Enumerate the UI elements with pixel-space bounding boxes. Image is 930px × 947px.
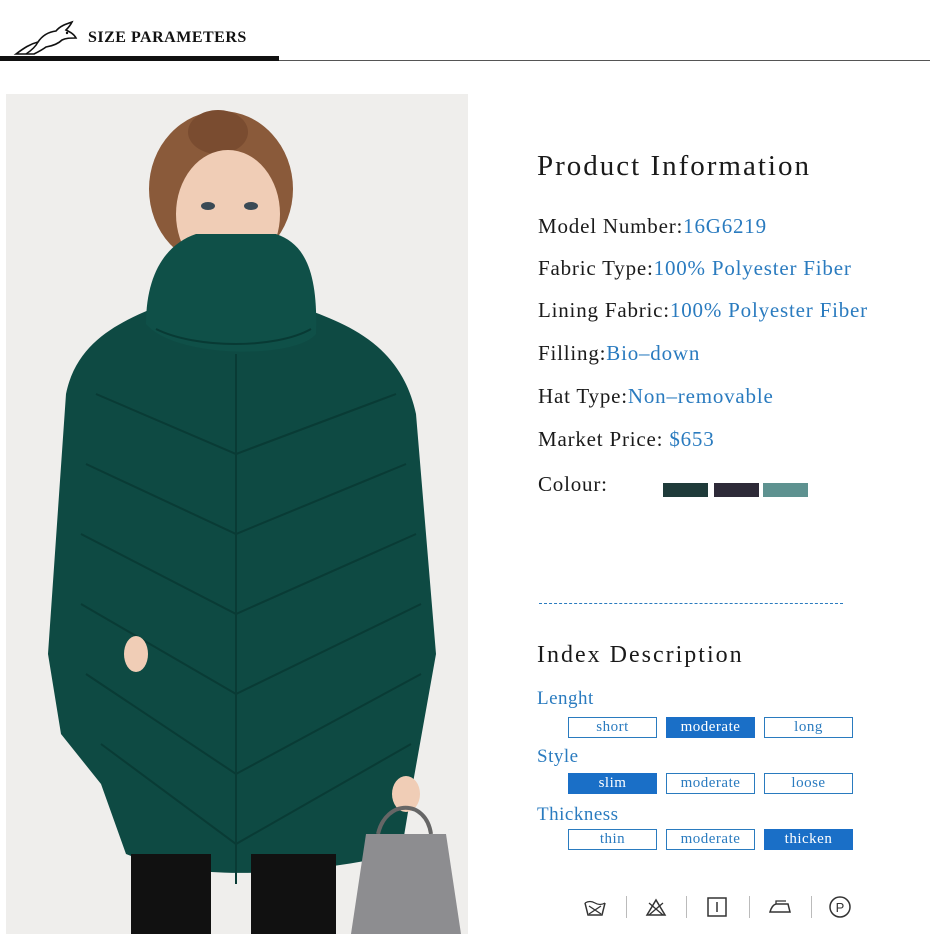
iron-icon xyxy=(769,900,791,913)
length-option[interactable]: moderate xyxy=(666,717,755,738)
style-option[interactable]: moderate xyxy=(666,773,755,794)
colour-swatch[interactable] xyxy=(663,483,708,497)
fabric-type-value: 100% Polyester Fiber xyxy=(653,256,852,280)
lining-fabric-value: 100% Polyester Fiber xyxy=(669,298,868,322)
icon-separator xyxy=(686,896,687,918)
filling-row: Filling:Bio–down xyxy=(538,341,700,366)
fox-logo-icon xyxy=(13,20,78,55)
model-wearing-coat-image xyxy=(6,94,468,934)
header-rule-thick xyxy=(0,56,279,61)
colour-swatch[interactable] xyxy=(763,483,808,497)
header-rule-thin xyxy=(279,60,930,61)
index-description-title: Index Description xyxy=(537,642,744,668)
model-number-value: 16G6219 xyxy=(683,214,767,238)
header-title: SIZE PARAMETERS xyxy=(88,29,247,46)
thickness-option[interactable]: thin xyxy=(568,829,657,850)
icon-separator xyxy=(626,896,627,918)
product-info-title: Product Information xyxy=(537,150,811,182)
hat-type-label: Hat Type: xyxy=(538,384,628,408)
market-price-row: Market Price: $653 xyxy=(538,427,715,452)
model-number-label: Model Number: xyxy=(538,214,684,238)
model-number-row: Model Number:16G6219 xyxy=(538,214,767,239)
svg-text:P: P xyxy=(836,900,845,915)
icon-separator xyxy=(749,896,750,918)
do-not-bleach-icon xyxy=(645,898,667,916)
colour-swatch[interactable] xyxy=(714,483,759,497)
hand-wash-icon xyxy=(584,900,606,916)
dry-clean-icon: P xyxy=(829,896,851,918)
style-option[interactable]: loose xyxy=(764,773,853,794)
market-price-value: $653 xyxy=(669,427,715,451)
colour-label: Colour: xyxy=(538,472,608,496)
model-photo xyxy=(6,94,468,934)
style-option[interactable]: slim xyxy=(568,773,657,794)
length-label: Lenght xyxy=(537,688,594,709)
hat-type-value: Non–removable xyxy=(627,384,774,408)
thickness-option[interactable]: moderate xyxy=(666,829,755,850)
page-header: SIZE PARAMETERS xyxy=(0,0,930,64)
filling-label: Filling: xyxy=(538,341,607,365)
lining-fabric-label: Lining Fabric: xyxy=(538,298,670,322)
fabric-type-row: Fabric Type:100% Polyester Fiber xyxy=(538,256,852,281)
fabric-type-label: Fabric Type: xyxy=(538,256,654,280)
lining-fabric-row: Lining Fabric:100% Polyester Fiber xyxy=(538,298,868,323)
length-option[interactable]: short xyxy=(568,717,657,738)
section-divider xyxy=(539,603,843,604)
length-option[interactable]: long xyxy=(764,717,853,738)
tumble-dry-icon xyxy=(707,897,727,917)
icon-separator xyxy=(811,896,812,918)
thickness-option[interactable]: thicken xyxy=(764,829,853,850)
market-price-label: Market Price: xyxy=(538,427,670,451)
thickness-label: Thickness xyxy=(537,804,619,825)
hat-type-row: Hat Type:Non–removable xyxy=(538,384,774,409)
filling-value: Bio–down xyxy=(606,341,701,365)
style-label: Style xyxy=(537,746,579,767)
